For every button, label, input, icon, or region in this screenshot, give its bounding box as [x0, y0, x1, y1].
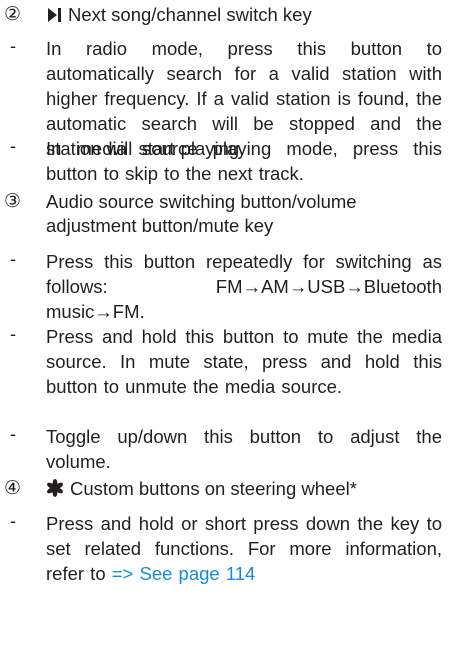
section-title-text: Custom buttons on steering wheel* — [70, 478, 357, 499]
section-number: ③ — [4, 191, 22, 212]
section-title: Next song/channel switch key — [46, 2, 442, 29]
bullet-dash: - — [10, 511, 16, 531]
list-item: In media source playing mode, press this… — [46, 138, 442, 184]
list-item: Press and hold or short press down the k… — [46, 511, 442, 586]
list-item: Press this button repeatedly for switchi… — [46, 251, 442, 322]
bullet-dash: - — [10, 249, 16, 269]
see-page-link[interactable]: => See page 114 — [112, 563, 256, 584]
bullet-dash: - — [10, 136, 16, 156]
section-title: Custom buttons on steering wheel* — [46, 476, 442, 503]
section-number: ④ — [4, 478, 22, 499]
section-title-line: adjustment button/mute key — [46, 215, 274, 236]
section-number: ② — [4, 4, 22, 25]
section-title-line: Audio source switching button/volume — [46, 191, 357, 212]
asterisk-star-icon — [46, 478, 64, 503]
bullet-dash: - — [10, 424, 16, 444]
bullet-dash: - — [10, 36, 16, 56]
section-title-text: Next song/channel switch key — [68, 4, 312, 25]
next-track-icon — [46, 4, 62, 29]
bullet-dash: - — [10, 324, 16, 344]
list-item: Press and hold this button to mute the m… — [46, 326, 442, 397]
list-item: Toggle up/down this button to adjust the… — [46, 426, 442, 472]
manual-page: ② Next song/channel switch key - In radi… — [0, 0, 454, 653]
